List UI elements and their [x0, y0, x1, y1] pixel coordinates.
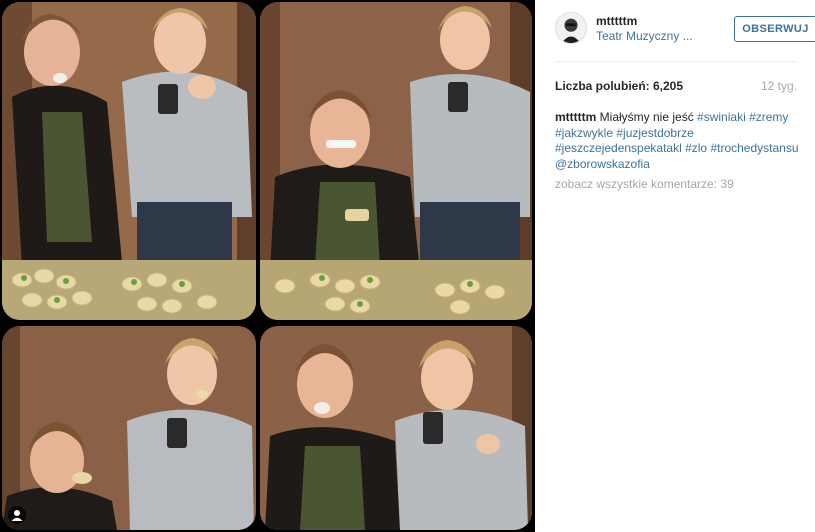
divider — [555, 61, 797, 62]
caption-username[interactable]: mtttttm — [555, 110, 596, 124]
hashtag-link[interactable]: #swiniaki — [697, 110, 746, 124]
caption-text: Miałyśmy nie jeść — [599, 110, 694, 124]
hashtag-link[interactable]: #juzjestdobrze — [616, 126, 693, 140]
post-sidebar: mtttttm Teatr Muzyczny ... OBSERWUJ Licz… — [535, 0, 815, 532]
user-tag-icon[interactable] — [8, 506, 26, 524]
post-header: mtttttm Teatr Muzyczny ... OBSERWUJ — [555, 12, 815, 52]
location-link[interactable]: Teatr Muzyczny ... — [596, 29, 693, 43]
hashtag-link[interactable]: #jakzwykle — [555, 126, 613, 140]
hashtag-link[interactable]: #zremy — [749, 110, 788, 124]
post-photo[interactable] — [0, 0, 535, 532]
hashtag-link[interactable]: #jeszczejedenspekatakl — [555, 141, 682, 155]
post-timestamp[interactable]: 12 tyg. — [745, 79, 797, 93]
collage-tile-4 — [260, 326, 532, 530]
avatar[interactable] — [555, 12, 587, 44]
hashtag-link[interactable]: #zlo — [685, 141, 707, 155]
collage-tile-1 — [2, 2, 256, 320]
hashtag-link[interactable]: #trochedystansu — [710, 141, 798, 155]
follow-button[interactable]: OBSERWUJ — [734, 16, 815, 42]
mention-link[interactable]: @zborowskazofia — [555, 157, 650, 171]
collage-tile-2 — [260, 2, 532, 320]
collage-tile-3 — [2, 326, 256, 530]
post-caption: mtttttm Miałyśmy nie jeść #swiniaki #zre… — [555, 110, 805, 172]
view-all-comments-link[interactable]: zobacz wszystkie komentarze: 39 — [555, 177, 734, 191]
likes-count[interactable]: Liczba polubień: 6,205 — [555, 79, 683, 93]
username-link[interactable]: mtttttm — [596, 14, 637, 28]
